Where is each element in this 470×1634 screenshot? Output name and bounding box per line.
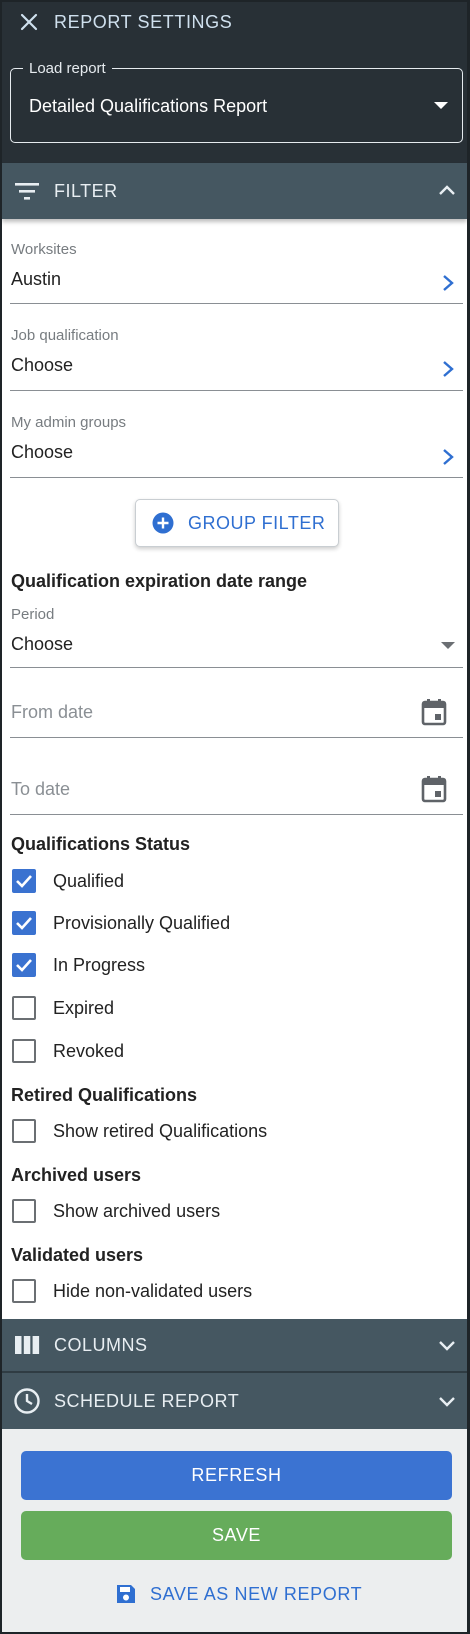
job-qualification-label: Job qualification xyxy=(11,327,119,344)
calendar-icon[interactable] xyxy=(421,775,447,803)
from-date-placeholder: From date xyxy=(11,702,94,722)
status-heading: Qualifications Status xyxy=(11,834,191,854)
show-archived-checkbox[interactable]: Show archived users xyxy=(12,1198,220,1224)
worksites-label: Worksites xyxy=(11,241,77,258)
checkbox-unchecked-icon[interactable] xyxy=(12,996,36,1020)
period-value: Choose xyxy=(11,634,74,654)
in-progress-checkbox[interactable]: In Progress xyxy=(12,952,145,978)
admin-groups-field[interactable]: My admin groups Choose xyxy=(10,407,463,478)
schedule-title: SCHEDULE REPORT xyxy=(54,1390,240,1411)
panel-header: REPORT SETTINGS Load report Detailed Qua… xyxy=(2,2,467,163)
checkbox-unchecked-icon[interactable] xyxy=(12,1279,36,1303)
dropdown-caret-icon xyxy=(441,642,455,649)
close-icon[interactable] xyxy=(18,11,40,33)
checkbox-unchecked-icon[interactable] xyxy=(12,1199,36,1223)
group-filter-label: GROUP FILTER xyxy=(188,512,326,533)
panel-title: REPORT SETTINGS xyxy=(54,11,233,32)
checkbox-checked-icon[interactable] xyxy=(12,911,36,935)
show-retired-checkbox[interactable]: Show retired Qualifications xyxy=(12,1118,267,1144)
job-qualification-field[interactable]: Job qualification Choose xyxy=(10,320,463,391)
add-circle-icon xyxy=(152,512,174,534)
clock-icon xyxy=(12,1386,42,1416)
expired-checkbox[interactable]: Expired xyxy=(12,995,114,1021)
columns-section-header[interactable]: COLUMNS xyxy=(2,1319,467,1371)
checkbox-checked-icon[interactable] xyxy=(12,953,36,977)
retired-heading: Retired Qualifications xyxy=(11,1085,198,1105)
revoked-checkbox[interactable]: Revoked xyxy=(12,1038,124,1064)
chevron-up-icon xyxy=(439,185,455,195)
expired-label: Expired xyxy=(53,997,115,1018)
filter-section-header[interactable]: FILTER xyxy=(2,163,467,219)
worksites-field[interactable]: Worksites Austin xyxy=(10,233,463,304)
validated-heading: Validated users xyxy=(11,1245,144,1265)
hide-non-validated-checkbox[interactable]: Hide non-validated users xyxy=(12,1278,252,1304)
load-report-label: Load report xyxy=(23,60,112,77)
group-filter-button[interactable]: GROUP FILTER xyxy=(135,499,339,547)
job-qualification-value: Choose xyxy=(11,355,74,375)
checkbox-unchecked-icon[interactable] xyxy=(12,1119,36,1143)
save-as-new-label: SAVE AS NEW REPORT xyxy=(150,1583,363,1604)
in-progress-label: In Progress xyxy=(53,954,146,975)
to-date-field[interactable]: To date xyxy=(10,767,463,815)
load-report-value: Detailed Qualifications Report xyxy=(29,96,268,116)
qualified-checkbox[interactable]: Qualified xyxy=(12,868,124,894)
checkbox-checked-icon[interactable] xyxy=(12,869,36,893)
hide-non-validated-label: Hide non-validated users xyxy=(53,1280,253,1301)
provisionally-qualified-label: Provisionally Qualified xyxy=(53,912,231,933)
archived-heading: Archived users xyxy=(11,1165,142,1185)
chevron-right-icon xyxy=(443,361,454,377)
dropdown-caret-icon xyxy=(434,102,448,109)
to-date-placeholder: To date xyxy=(11,779,71,799)
chevron-down-icon xyxy=(439,1341,455,1351)
qualified-label: Qualified xyxy=(53,870,125,891)
admin-groups-value: Choose xyxy=(11,442,74,462)
refresh-button[interactable]: REFRESH xyxy=(21,1451,452,1500)
load-report-select[interactable]: Load report Detailed Qualifications Repo… xyxy=(10,60,463,143)
report-settings-panel: REPORT SETTINGS Load report Detailed Qua… xyxy=(0,0,470,1634)
from-date-field[interactable]: From date xyxy=(10,690,463,738)
show-retired-label: Show retired Qualifications xyxy=(53,1120,268,1141)
admin-groups-label: My admin groups xyxy=(11,414,127,431)
filter-title: FILTER xyxy=(54,180,118,201)
chevron-right-icon xyxy=(443,449,454,465)
save-button[interactable]: SAVE xyxy=(21,1511,452,1560)
revoked-label: Revoked xyxy=(53,1040,125,1061)
floppy-disk-icon xyxy=(117,1585,135,1603)
chevron-down-icon xyxy=(439,1397,455,1407)
checkbox-unchecked-icon[interactable] xyxy=(12,1039,36,1063)
show-archived-label: Show archived users xyxy=(53,1200,221,1221)
chevron-right-icon xyxy=(443,275,454,291)
date-range-heading: Qualification expiration date range xyxy=(11,571,308,591)
calendar-icon[interactable] xyxy=(421,698,447,726)
schedule-section-header[interactable]: SCHEDULE REPORT xyxy=(2,1373,467,1429)
period-select[interactable]: Period Choose xyxy=(10,603,463,668)
worksites-value: Austin xyxy=(11,269,62,289)
filter-icon xyxy=(12,176,42,206)
period-label: Period xyxy=(11,606,55,623)
columns-icon xyxy=(12,1330,42,1360)
save-as-new-report-button[interactable]: SAVE AS NEW REPORT xyxy=(115,1580,362,1608)
columns-title: COLUMNS xyxy=(54,1334,148,1355)
provisionally-qualified-checkbox[interactable]: Provisionally Qualified xyxy=(12,910,230,936)
